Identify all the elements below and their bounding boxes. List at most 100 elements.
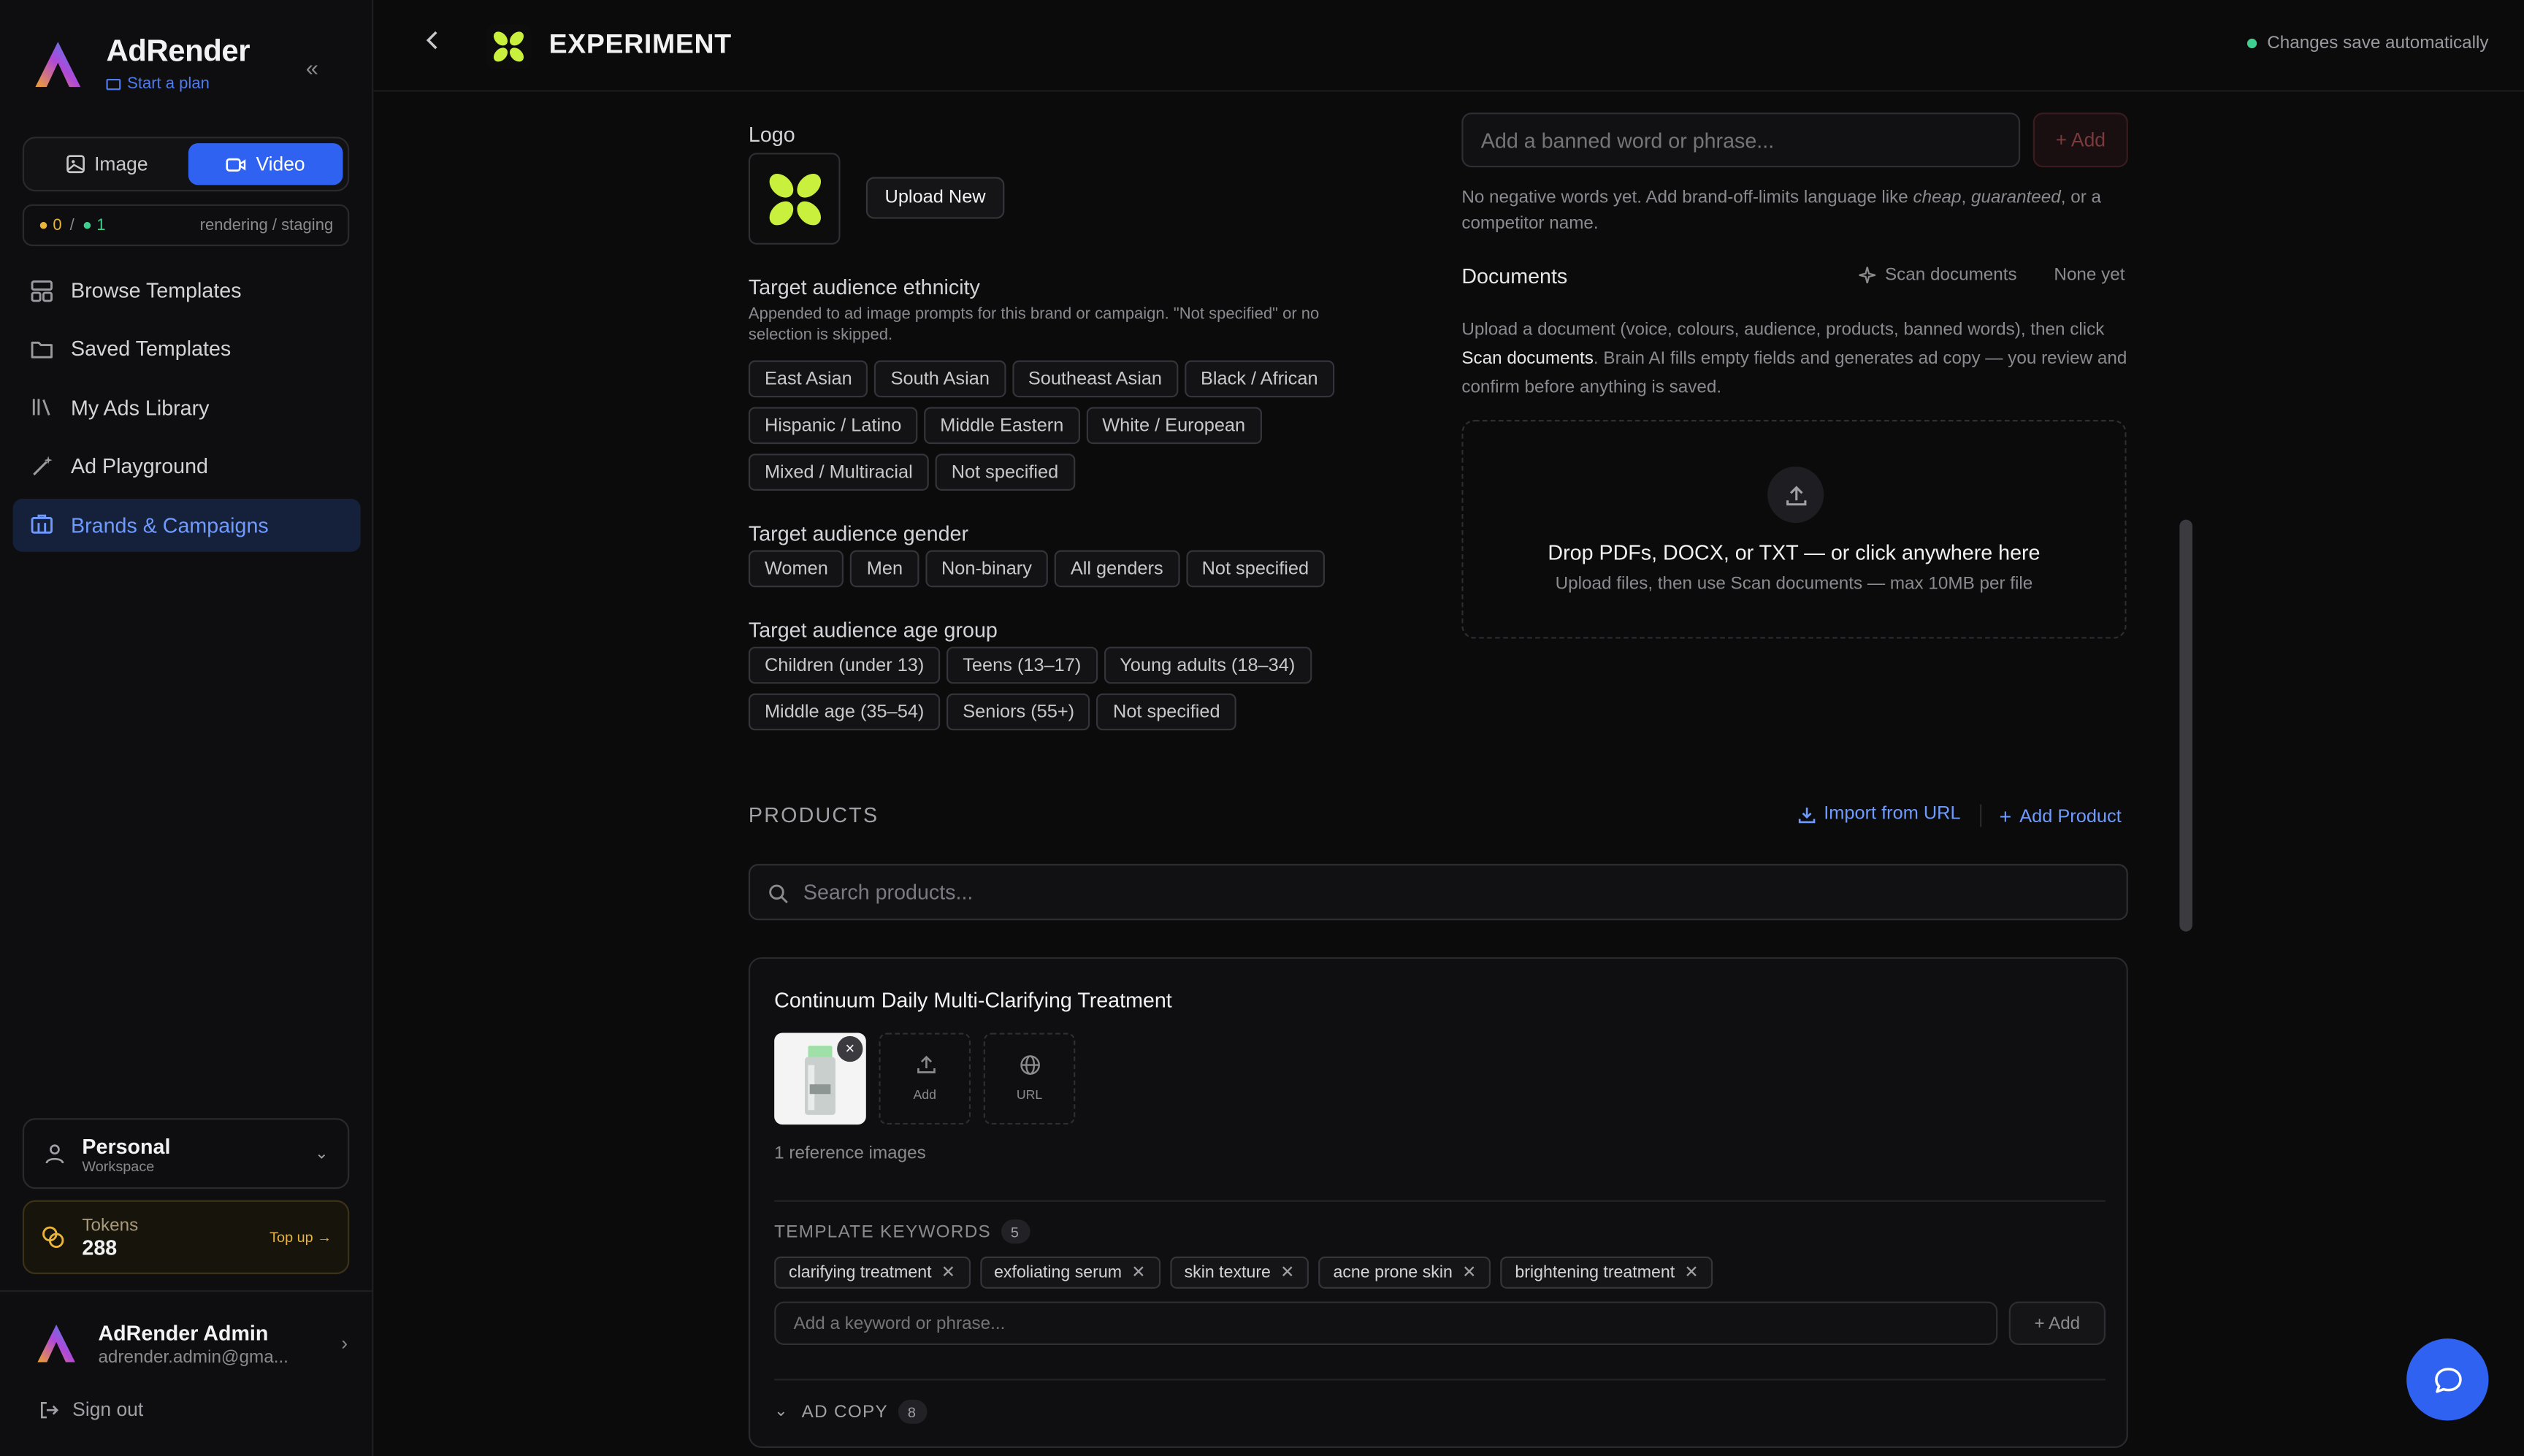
upload-new-button[interactable]: Upload New	[865, 177, 1005, 219]
add-keyword-button[interactable]: + Add	[2008, 1301, 2106, 1345]
toggle-image[interactable]: Image	[29, 143, 185, 185]
wand-icon	[33, 455, 53, 475]
add-image-button[interactable]: Add	[879, 1032, 971, 1125]
banned-comma: ,	[1961, 188, 1972, 208]
url-label: URL	[1016, 1087, 1043, 1103]
banned-empty-pre: No negative words yet. Add brand-off-lim…	[1461, 188, 1913, 208]
dropzone-title: Drop PDFs, DOCX, or TXT — or click anywh…	[1548, 540, 2041, 565]
nav-label: Brands & Campaigns	[70, 512, 269, 537]
sidebar-item-my-ads-library[interactable]: My Ads Library	[13, 381, 361, 434]
chip-middle-age[interactable]: Middle age (35–54)	[748, 693, 941, 731]
close-icon[interactable]: ✕	[1131, 1263, 1145, 1282]
document-dropzone[interactable]: Drop PDFs, DOCX, or TXT — or click anywh…	[1461, 420, 2127, 639]
chip-south-asian[interactable]: South Asian	[874, 360, 1006, 398]
product-search[interactable]: Search products...	[748, 864, 2128, 921]
product-card: Continuum Daily Multi-Clarifying Treatme…	[748, 957, 2128, 1448]
autosave-label: Changes save automatically	[2267, 34, 2489, 53]
chip-ethnicity-not-specified[interactable]: Not specified	[935, 453, 1075, 491]
folder-icon	[31, 341, 53, 359]
sign-out-button[interactable]: Sign out	[39, 1398, 143, 1421]
chip-non-binary[interactable]: Non-binary	[925, 550, 1048, 588]
video-icon	[226, 157, 246, 171]
start-plan-label: Start a plan	[127, 75, 210, 93]
library-icon	[32, 399, 50, 416]
product-reference-image[interactable]: ×	[774, 1032, 866, 1125]
close-icon[interactable]: ✕	[1280, 1263, 1294, 1282]
keyword-text: acne prone skin	[1333, 1262, 1453, 1283]
add-image-label: Add	[913, 1087, 936, 1103]
sidebar-item-browse-templates[interactable]: Browse Templates	[13, 264, 361, 317]
chip-southeast-asian[interactable]: Southeast Asian	[1011, 360, 1179, 398]
close-icon[interactable]: ✕	[941, 1263, 955, 1282]
rendering-count: ● 0	[38, 216, 62, 234]
ad-copy-toggle[interactable]: ⌄ AD COPY 8	[774, 1399, 927, 1424]
chip-women[interactable]: Women	[748, 550, 844, 588]
brand[interactable]: AdRender Start a plan	[29, 35, 251, 93]
add-product-button[interactable]: + Add Product	[1999, 805, 2121, 829]
user-menu[interactable]: AdRender Admin adrender.admin@gma... ›	[32, 1319, 348, 1368]
main-scrollbar[interactable]	[2179, 519, 2192, 932]
back-arrow-icon[interactable]	[421, 29, 444, 60]
nav-label: Browse Templates	[70, 278, 242, 303]
tokens-panel: Tokens 288 Top up →	[22, 1200, 350, 1275]
close-icon[interactable]: ✕	[1462, 1263, 1476, 1282]
keyword-chip: exfoliating serum ✕	[979, 1256, 1160, 1289]
chip-children[interactable]: Children (under 13)	[748, 646, 941, 684]
import-from-url-button[interactable]: Import from URL	[1798, 805, 1961, 824]
sidebar-item-ad-playground[interactable]: Ad Playground	[13, 440, 361, 493]
chip-gender-not-specified[interactable]: Not specified	[1185, 550, 1326, 588]
header-divider	[1980, 804, 1982, 827]
toggle-video[interactable]: Video	[187, 143, 343, 185]
chevron-right-icon: ›	[341, 1332, 348, 1355]
start-plan-link[interactable]: Start a plan	[106, 76, 250, 93]
sidebar-nav: Browse Templates Saved Templates My Ads …	[12, 264, 361, 556]
keyword-text: skin texture	[1184, 1262, 1271, 1283]
chip-young-adults[interactable]: Young adults (18–34)	[1104, 646, 1312, 684]
banned-word-input[interactable]	[1461, 112, 2021, 168]
ethnicity-help: Appended to ad image prompts for this br…	[748, 305, 1320, 345]
sidebar-divider	[0, 1290, 374, 1292]
chip-mixed-multiracial[interactable]: Mixed / Multiracial	[748, 453, 929, 491]
section-divider	[774, 1379, 2106, 1381]
sidebar-item-saved-templates[interactable]: Saved Templates	[13, 323, 361, 376]
keyword-text: brightening treatment	[1515, 1262, 1675, 1283]
collapse-sidebar-icon[interactable]: «	[306, 55, 318, 80]
documents-title: Documents	[1461, 264, 1568, 288]
remove-image-icon[interactable]: ×	[837, 1035, 863, 1062]
sidebar-item-brands-campaigns[interactable]: Brands & Campaigns	[12, 498, 361, 551]
workspace-switcher[interactable]: Personal Workspace ⌄	[22, 1118, 350, 1189]
chip-teens[interactable]: Teens (13–17)	[946, 646, 1098, 684]
keyword-input[interactable]	[774, 1301, 1998, 1345]
chevron-down-icon: ⌄	[774, 1403, 789, 1421]
logo-preview[interactable]	[748, 153, 841, 245]
keyword-chip: brightening treatment ✕	[1500, 1256, 1713, 1289]
chat-button[interactable]	[2406, 1338, 2489, 1421]
chip-age-not-specified[interactable]: Not specified	[1096, 693, 1236, 731]
ad-copy-title: AD COPY	[801, 1402, 889, 1422]
scan-documents-button[interactable]: Scan documents	[1858, 266, 2017, 285]
chip-men[interactable]: Men	[850, 550, 919, 588]
chip-white-european[interactable]: White / European	[1086, 407, 1262, 445]
chip-middle-eastern[interactable]: Middle Eastern	[924, 407, 1080, 445]
product-name: Continuum Daily Multi-Clarifying Treatme…	[774, 987, 1172, 1012]
image-icon	[66, 155, 84, 174]
ethnicity-chips-row2: Hispanic / Latino Middle Eastern White / E…	[748, 407, 1268, 453]
add-banned-word-button[interactable]: + Add	[2032, 112, 2128, 168]
chip-seniors[interactable]: Seniors (55+)	[946, 693, 1091, 731]
building-icon	[31, 514, 53, 534]
status-label: rendering / staging	[199, 216, 334, 234]
close-icon[interactable]: ✕	[1684, 1263, 1698, 1282]
banned-empty-text: No negative words yet. Add brand-off-lim…	[1461, 185, 2138, 237]
chip-east-asian[interactable]: East Asian	[748, 360, 868, 398]
banned-example-1: cheap	[1913, 188, 1962, 208]
add-image-url-button[interactable]: URL	[983, 1032, 1076, 1125]
chip-hispanic-latino[interactable]: Hispanic / Latino	[748, 407, 918, 445]
ethnicity-label: Target audience ethnicity	[748, 275, 980, 299]
chip-black-african[interactable]: Black / African	[1184, 360, 1334, 398]
staging-count: ● 1	[82, 216, 106, 234]
chip-all-genders[interactable]: All genders	[1054, 550, 1179, 588]
media-toggle: Image Video	[22, 137, 350, 192]
top-up-link[interactable]: Top up →	[269, 1229, 332, 1245]
chat-bubble-icon	[2434, 1367, 2461, 1392]
documents-description: Upload a document (voice, colours, audie…	[1461, 315, 2138, 402]
